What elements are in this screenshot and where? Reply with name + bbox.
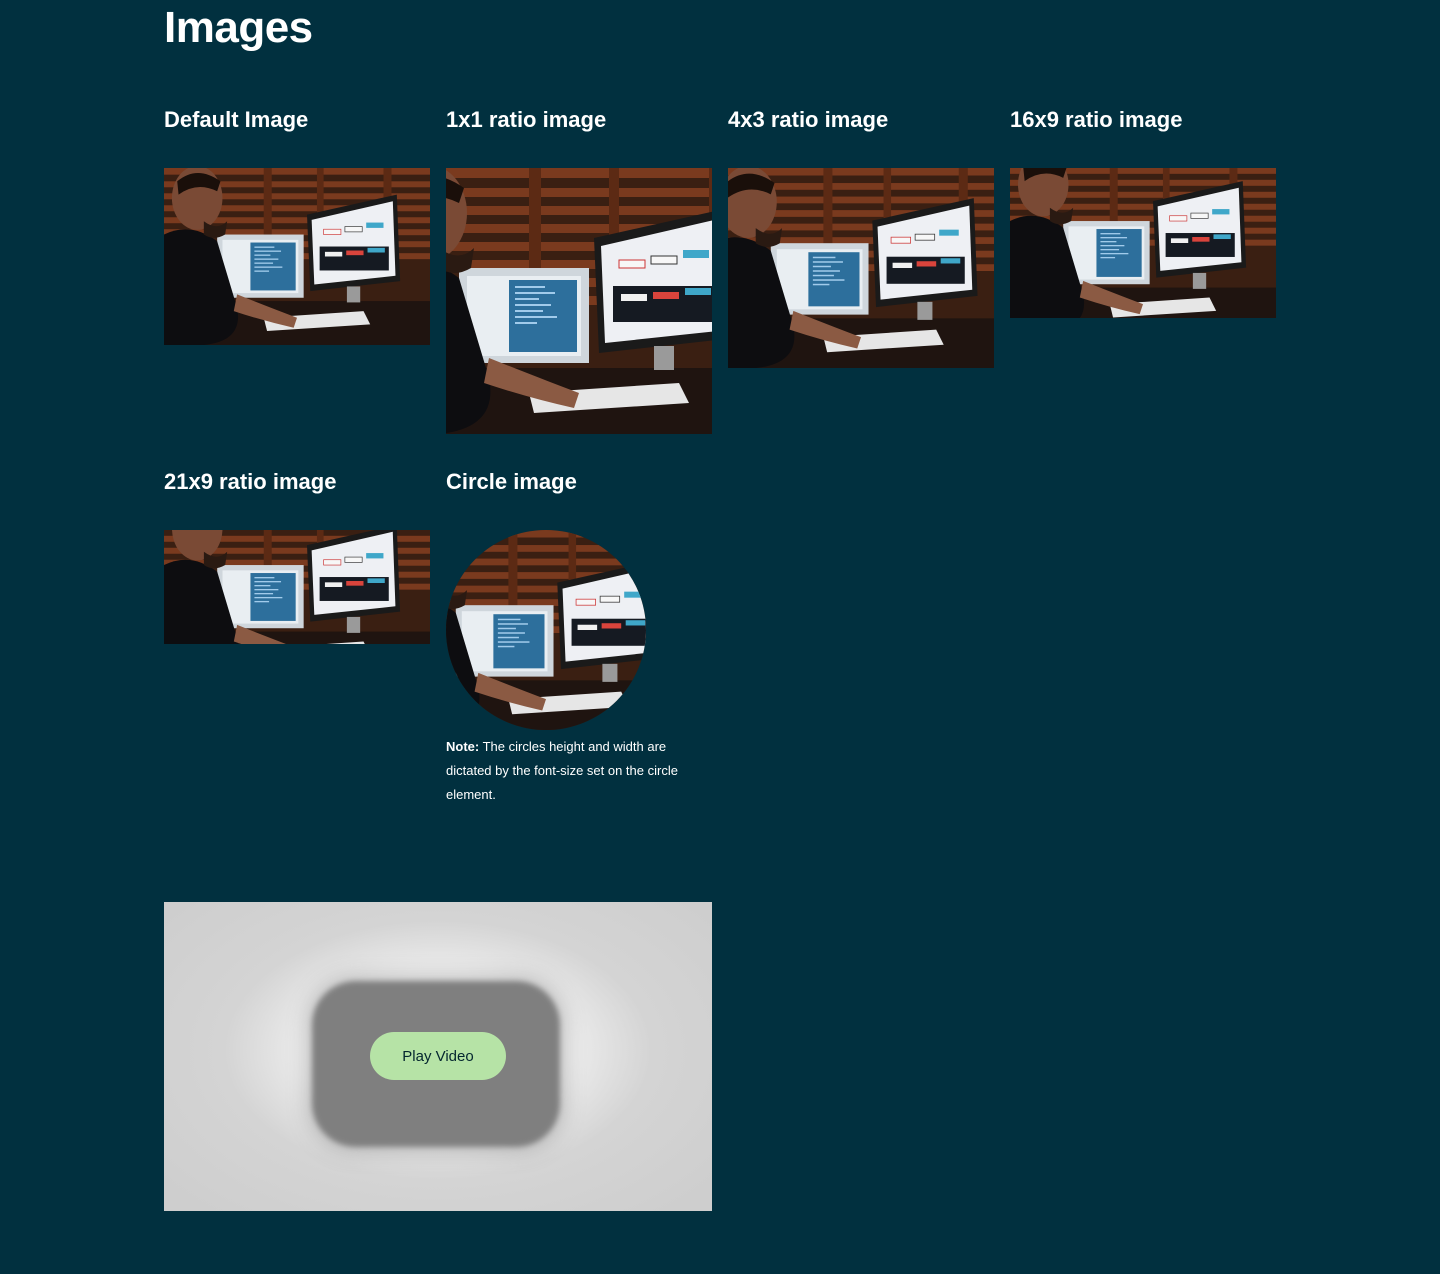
- circle-image-title: Circle image: [446, 469, 577, 494]
- ratio-4x3-image: [728, 168, 994, 368]
- default-image-title: Default Image: [164, 107, 309, 132]
- circle-note: Note: The circles height and width are d…: [446, 735, 712, 807]
- default-image: [164, 168, 430, 345]
- page-title: Images: [164, 3, 313, 52]
- ratio-1x1-image: [446, 168, 712, 434]
- ratio-1x1-title: 1x1 ratio image: [446, 107, 607, 132]
- ratio-21x9-image: [164, 530, 430, 644]
- ratio-16x9-title: 16x9 ratio image: [1010, 107, 1183, 132]
- play-video-button[interactable]: Play Video: [370, 1032, 506, 1080]
- note-label: Note:: [446, 739, 480, 754]
- ratio-4x3-title: 4x3 ratio image: [728, 107, 889, 132]
- video-embed[interactable]: Play Video: [164, 902, 712, 1211]
- ratio-21x9-title: 21x9 ratio image: [164, 469, 337, 494]
- note-text: The circles height and width are dictate…: [446, 739, 678, 802]
- images-page: Images Default Image 1x1 ratio image 4x3…: [0, 0, 1440, 1274]
- circle-image: [446, 530, 646, 730]
- ratio-16x9-image: [1010, 168, 1276, 318]
